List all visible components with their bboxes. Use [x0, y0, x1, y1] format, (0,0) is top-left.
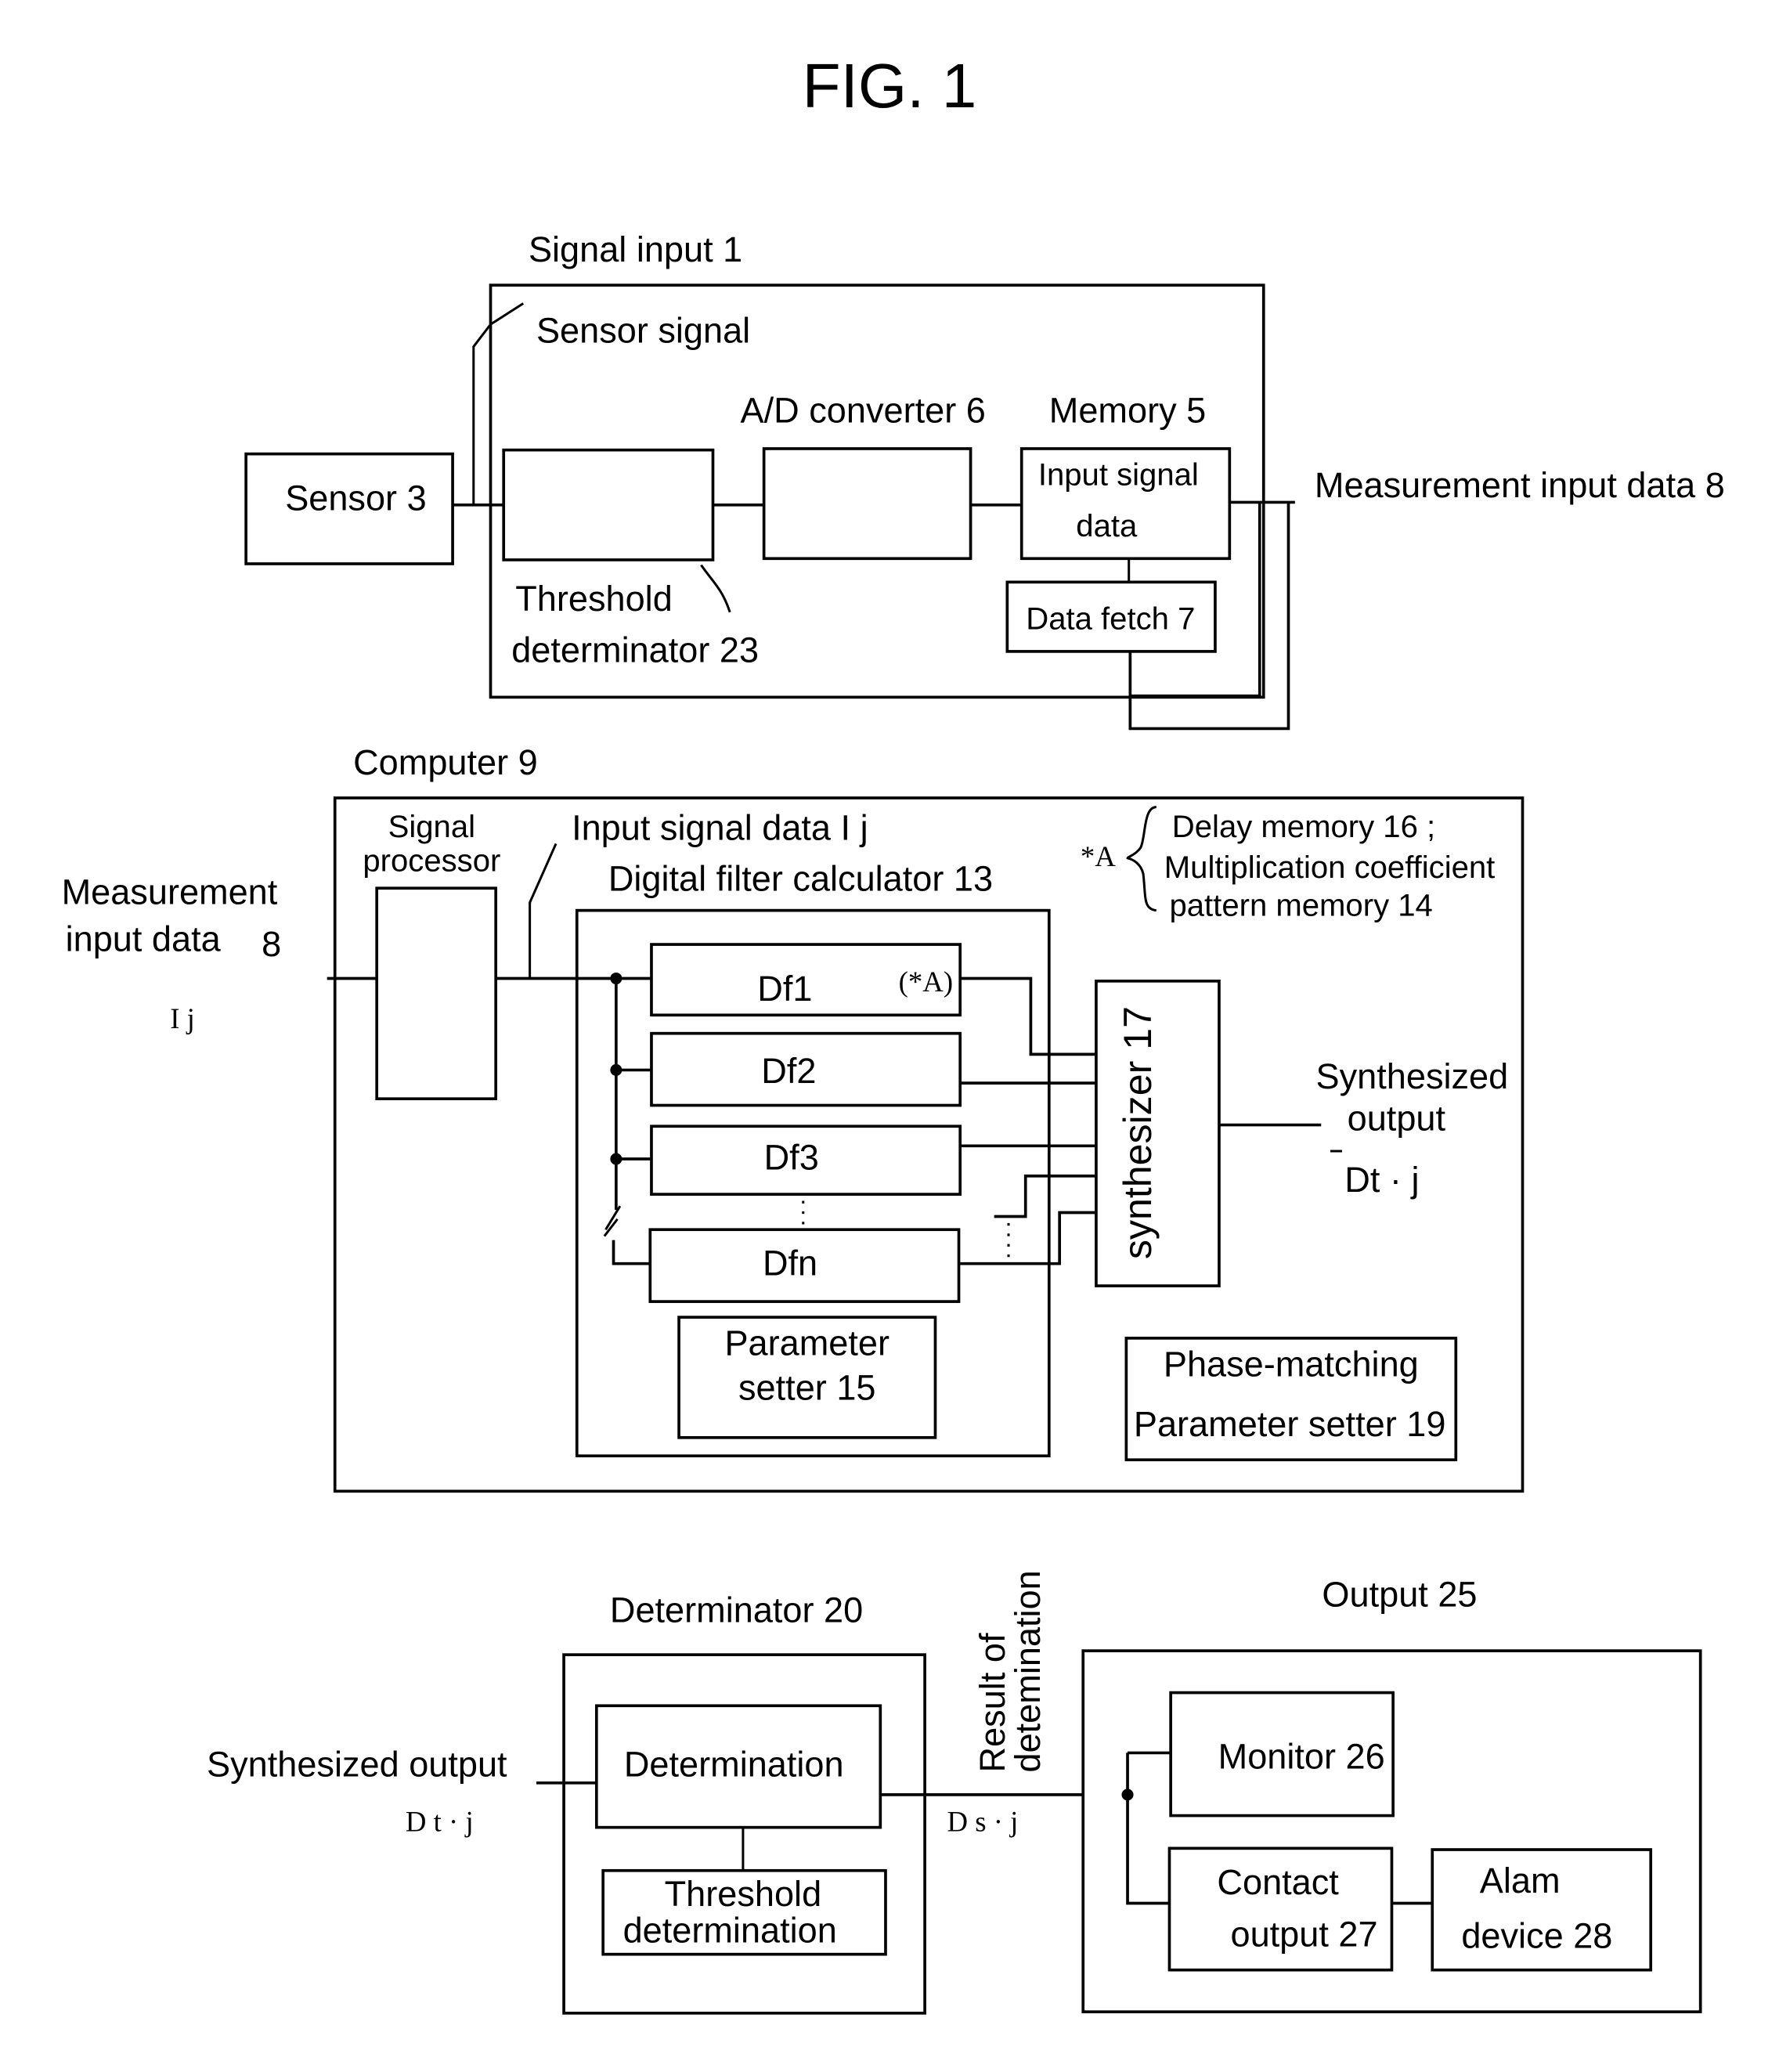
junction-dot	[610, 1153, 622, 1165]
threshold-determinator-label-1: Threshold	[515, 579, 673, 619]
filter-label-df3: Df3	[764, 1137, 819, 1177]
contact-output-label-1: Contact	[1217, 1862, 1339, 1902]
threshold-determination-label-2: determination	[623, 1911, 837, 1951]
phase-matching-label-2: Parameter setter 19	[1134, 1404, 1446, 1444]
result-label-1: Result of	[972, 1633, 1012, 1772]
note-line-3: pattern memory 14	[1169, 888, 1432, 922]
signal-processor-label-2: processor	[363, 844, 500, 879]
filter-label-df1: Df1	[757, 969, 812, 1009]
memory-label: Memory 5	[1049, 391, 1206, 431]
determinator-title: Determinator 20	[610, 1590, 863, 1630]
parameter-setter-label-2: setter 15	[738, 1367, 875, 1407]
signal-input-section: Signal input 1 Sensor 3 Sensor signal Th…	[244, 229, 1725, 731]
ad-converter-box	[762, 447, 972, 561]
note-marker: *A	[1081, 840, 1116, 872]
synthesizer-label: synthesizer 17	[1116, 1006, 1160, 1259]
measurement-input-label-1: Measurement	[62, 872, 278, 911]
sensor-label: Sensor 3	[285, 478, 427, 518]
synthesized-output-label-1: Synthesized	[1316, 1056, 1509, 1096]
df1-note: (*A)	[899, 966, 953, 998]
figure-title: FIG. 1	[803, 50, 977, 121]
threshold-determinator-box	[502, 448, 715, 561]
block-diagram: FIG. 1 Signal input 1 Sensor 3 Sensor si…	[62, 50, 1725, 2015]
determination-label: Determination	[624, 1744, 844, 1784]
contact-output-label-2: output 27	[1231, 1915, 1378, 1955]
determinator-input-symbol: D t · j	[406, 1806, 474, 1838]
result-symbol: D s · j	[947, 1806, 1019, 1838]
input-symbol: I j	[170, 1002, 195, 1034]
sensor-signal-label: Sensor signal	[536, 311, 750, 351]
filter-label-dfn: Dfn	[763, 1244, 817, 1283]
synthesized-symbol: Dt · j	[1344, 1160, 1419, 1200]
junction-dot	[610, 972, 622, 985]
parameter-setter-label-1: Parameter	[724, 1323, 890, 1363]
signal-processor-box	[375, 886, 498, 1101]
ad-converter-label: A/D converter 6	[741, 391, 986, 431]
memory-content-2: data	[1076, 509, 1138, 543]
determinator-input-label: Synthesized output	[207, 1744, 507, 1784]
measurement-input-label-2: input data	[66, 919, 222, 958]
synthesized-output-label-2: output	[1348, 1098, 1446, 1138]
computer-title: Computer 9	[353, 742, 538, 782]
signal-processor-label-1: Signal	[388, 810, 475, 844]
output-title: Output 25	[1322, 1574, 1477, 1614]
signal-input-title: Signal input 1	[529, 229, 742, 269]
computer-section: Computer 9 Measurement input data 8 I j …	[62, 742, 1525, 1493]
note-line-2: Multiplication coefficient	[1164, 850, 1496, 885]
junction-dot	[610, 1063, 622, 1076]
result-label-2: detemination	[1008, 1570, 1048, 1772]
memory-content-1: Input signal	[1038, 458, 1199, 493]
threshold-determinator-label-2: determinator 23	[511, 630, 759, 670]
measurement-output-label: Measurement input data 8	[1315, 465, 1725, 505]
determinator-section: Determinator 20 Synthesized output D t ·…	[207, 1570, 1128, 2015]
threshold-determination-label-1: Threshold	[665, 1874, 822, 1914]
input-signal-data-label: Input signal data I j	[572, 807, 868, 847]
alarm-device-label-1: Alam	[1480, 1861, 1561, 1901]
monitor-label: Monitor 26	[1218, 1736, 1385, 1776]
phase-matching-label-1: Phase-matching	[1164, 1344, 1419, 1384]
alarm-device-label-2: device 28	[1461, 1915, 1612, 1955]
measurement-input-label-3: 8	[262, 924, 281, 964]
note-line-1: Delay memory 16 ;	[1172, 810, 1435, 844]
filter-label-df2: Df2	[761, 1051, 816, 1091]
output-section: Output 25 Monitor 26 Contact output 27 A…	[1081, 1574, 1702, 2013]
data-fetch-label: Data fetch 7	[1026, 601, 1195, 636]
digital-filter-calculator-label: Digital filter calculator 13	[608, 859, 993, 899]
